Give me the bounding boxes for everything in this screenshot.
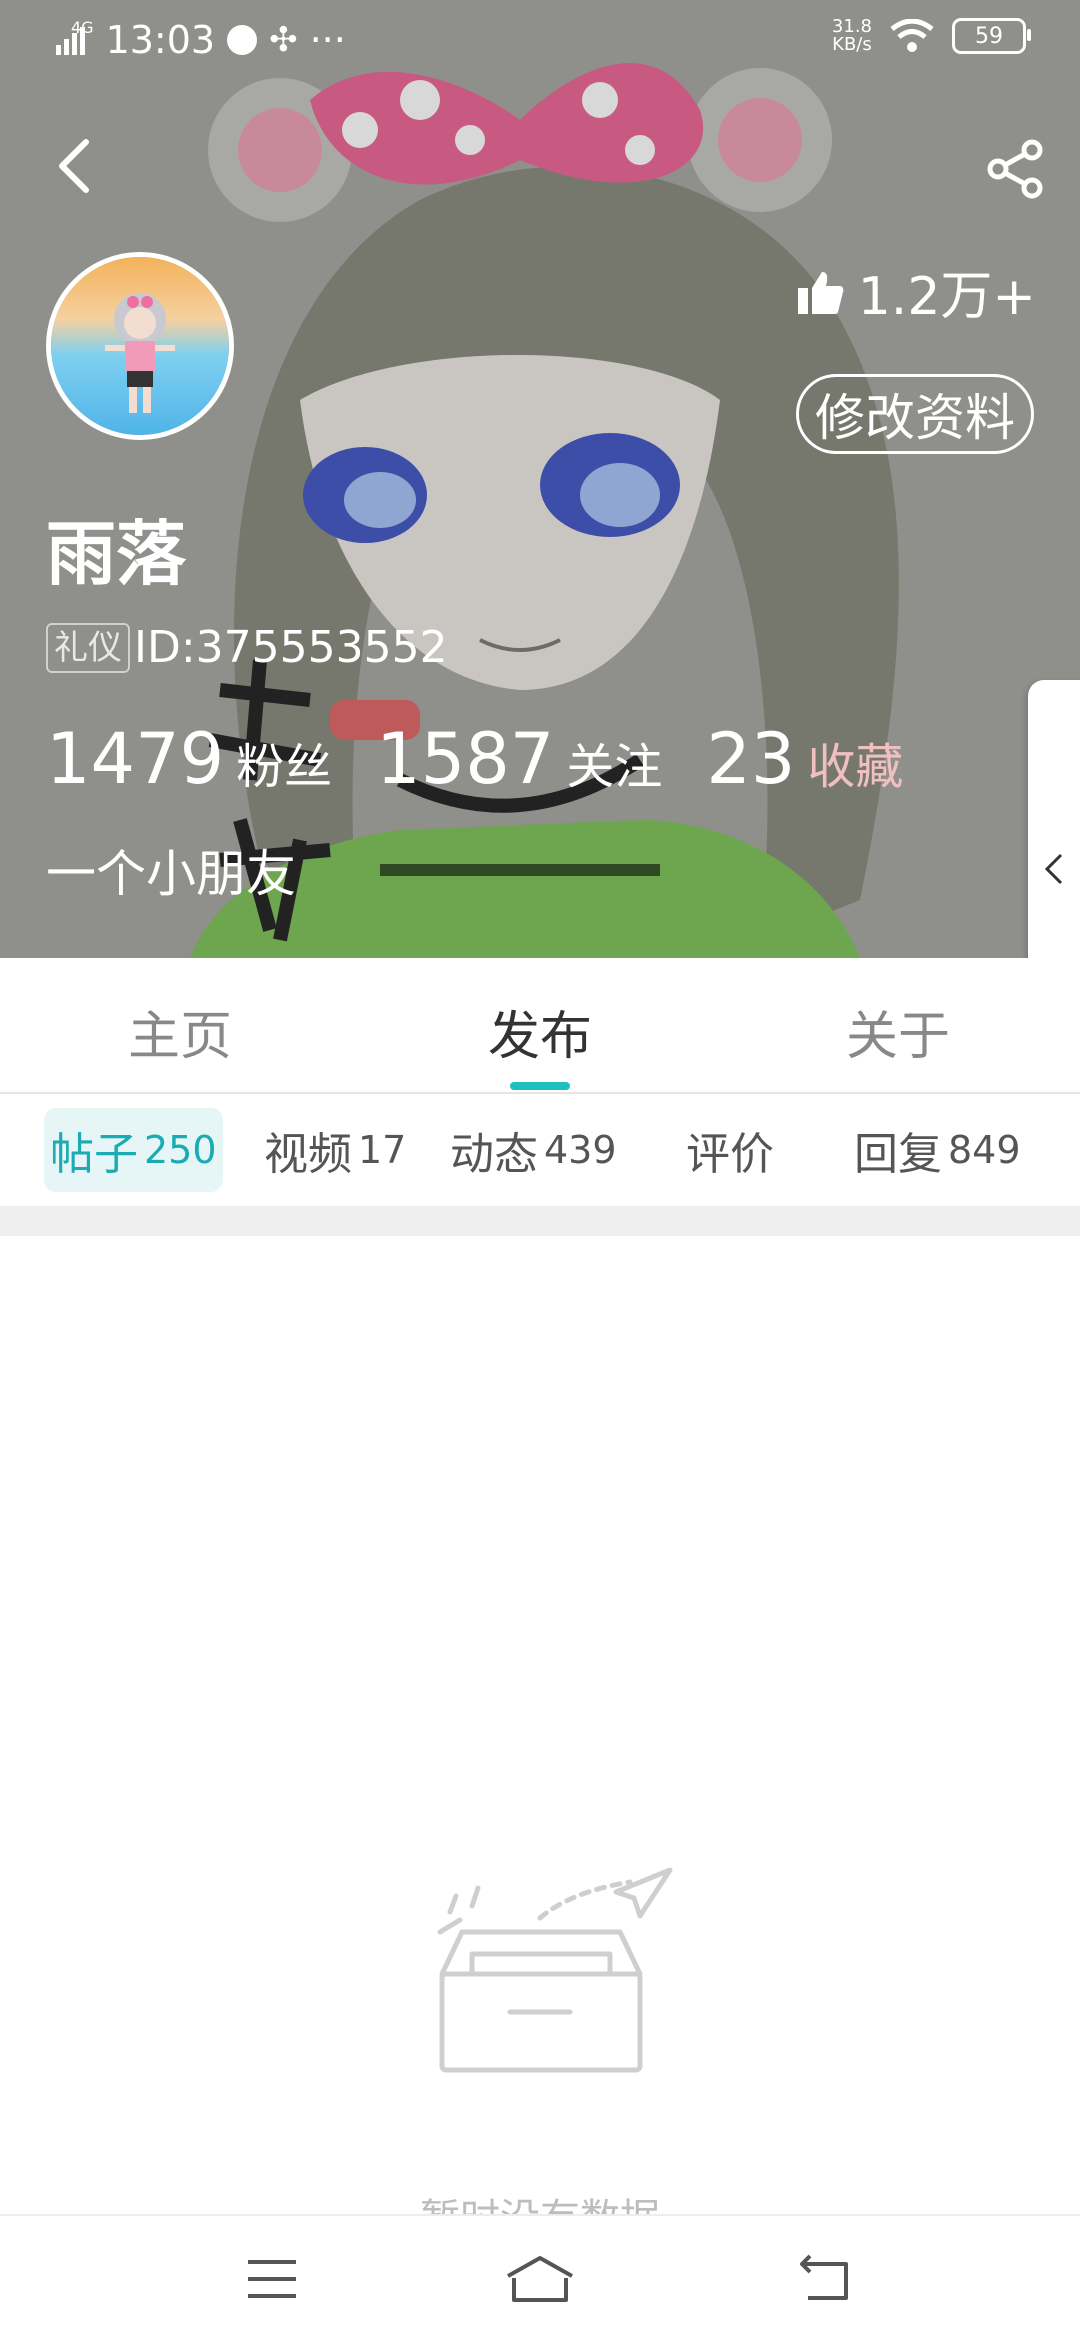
clock: 13:03 — [105, 18, 216, 62]
tab-home[interactable]: 主页 — [128, 994, 232, 1069]
likes-count: 1.2万+ — [796, 254, 1036, 329]
fan-icon: ✣ — [269, 20, 298, 60]
tab-about[interactable]: 关于 — [846, 994, 950, 1069]
more-notifications: ··· — [309, 18, 346, 62]
following-count[interactable]: 1587 — [376, 718, 554, 800]
sub-tabs: 帖子 250 视频 17 动态 439 评价 回复 849 — [0, 1094, 1080, 1206]
wifi-icon — [890, 19, 934, 52]
back-icon[interactable] — [796, 2254, 852, 2304]
subtab-videos[interactable]: 视频 17 — [258, 1108, 412, 1192]
subtab-moments[interactable]: 动态 439 — [444, 1108, 623, 1192]
subtab-posts[interactable]: 帖子 250 — [44, 1108, 223, 1192]
user-id: ID:375553552 — [134, 622, 448, 673]
home-icon[interactable] — [504, 2254, 576, 2304]
thumbs-up-icon — [797, 271, 844, 314]
battery-indicator: 59 — [952, 18, 1031, 54]
nickname: 雨落 — [46, 513, 186, 595]
favorites-label[interactable]: 收藏 — [807, 727, 903, 797]
empty-inbox-icon — [437, 1867, 673, 2073]
avatar-image — [51, 257, 229, 435]
following-label[interactable]: 关注 — [566, 727, 662, 797]
user-id-row: 礼仪 ID:375553552 — [46, 622, 448, 673]
share-icon[interactable] — [984, 138, 1046, 200]
followers-count[interactable]: 1479 — [46, 718, 224, 800]
active-tab-indicator — [510, 1082, 570, 1090]
tab-posts[interactable]: 发布 — [488, 994, 592, 1069]
followers-label[interactable]: 粉丝 — [236, 727, 332, 797]
collapse-chevron-icon — [1044, 853, 1063, 885]
status-left: 4G 13:03 ✣ ··· — [56, 18, 346, 62]
menu-icon[interactable] — [246, 2254, 298, 2304]
avatar[interactable] — [46, 252, 234, 440]
status-right: 31.8 KB/s 59 — [831, 16, 1031, 55]
system-nav-bar — [0, 2214, 1080, 2342]
section-divider — [0, 1206, 1080, 1236]
subtab-replies[interactable]: 回复 849 — [848, 1108, 1027, 1192]
network-type: 4G — [71, 18, 94, 37]
favorites-count[interactable]: 23 — [706, 718, 795, 800]
network-speed: 31.8 KB/s — [831, 16, 872, 55]
subtab-reviews[interactable]: 评价 — [680, 1108, 780, 1192]
main-tabs: 主页 发布 关于 — [0, 958, 1080, 1094]
edit-profile-button[interactable]: 修改资料 — [796, 374, 1034, 454]
title-badge: 礼仪 — [46, 622, 130, 673]
status-bar: 4G 13:03 ✣ ··· 31.8 KB/s 59 — [0, 0, 1080, 86]
profile-cover: 4G 13:03 ✣ ··· 31.8 KB/s 59 1.2万+ 修改资料 雨… — [0, 0, 1080, 958]
profile-stats: 1479 粉丝 1587 关注 23 收藏 — [46, 718, 947, 800]
cover-illustration — [0, 0, 1080, 958]
back-arrow-icon[interactable] — [46, 136, 106, 196]
bio: 一个小朋友 — [46, 845, 296, 903]
app-notification-icon — [227, 25, 258, 55]
